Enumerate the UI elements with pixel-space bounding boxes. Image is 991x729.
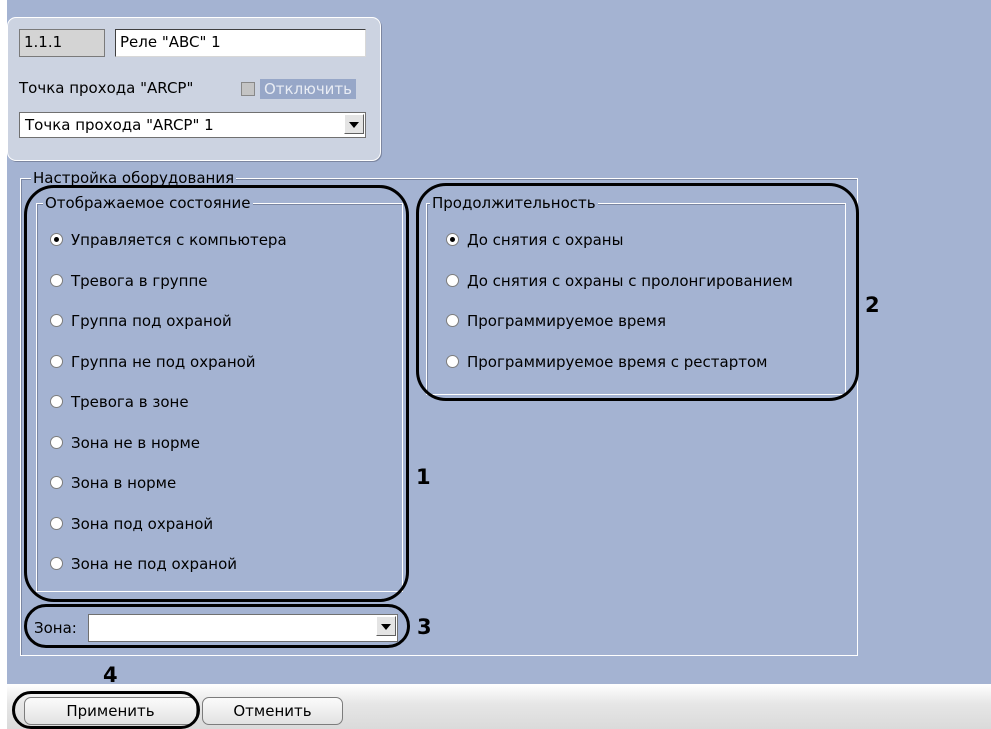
callout-state (24, 185, 409, 602)
chevron-down-icon[interactable] (344, 114, 364, 134)
marker-1: 1 (416, 465, 431, 489)
callout-apply (12, 691, 200, 729)
object-name-field[interactable]: Реле "ABC" 1 (115, 29, 366, 57)
disable-checkbox[interactable] (241, 82, 255, 96)
parent-select[interactable]: Точка прохода "ARCP" 1 (19, 112, 366, 138)
marker-2: 2 (865, 293, 880, 317)
disable-label: Отключить (260, 79, 357, 99)
marker-3: 3 (417, 615, 432, 639)
cancel-button[interactable]: Отменить (202, 697, 343, 725)
marker-4: 4 (103, 663, 118, 687)
parent-select-value: Точка прохода "ARCP" 1 (25, 116, 214, 134)
object-id-field[interactable]: 1.1.1 (19, 29, 105, 57)
callout-duration (416, 183, 859, 401)
parent-label: Точка прохода "ARCP" (19, 79, 194, 97)
callout-zone (24, 604, 410, 648)
equipment-settings-title: Настройка оборудования (31, 169, 237, 187)
